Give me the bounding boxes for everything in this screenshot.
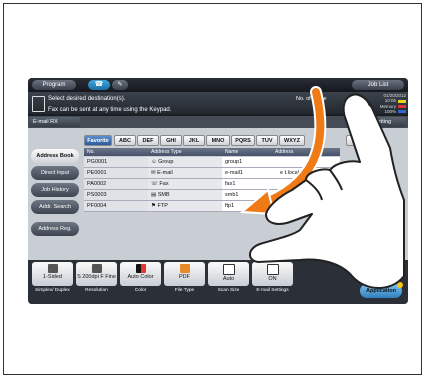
row-number: PA0002 — [84, 179, 148, 190]
sidebar-item-addr-search[interactable]: Addr. Search — [31, 200, 79, 214]
tab-tuv[interactable]: TUV — [256, 135, 278, 146]
tab-mno[interactable]: MNO — [206, 135, 230, 146]
row-number: PS0003 — [84, 190, 148, 201]
address-count-label: No. of Addre — [296, 96, 327, 102]
row-number: PF0004 — [84, 201, 148, 212]
color-icon — [135, 264, 146, 273]
color-button[interactable]: Auto Color — [120, 262, 161, 286]
fax-scan-mode-button[interactable]: ☎ — [88, 80, 110, 90]
tab-abc[interactable]: ABC — [114, 135, 136, 146]
copy-icon: ✎ — [117, 82, 123, 88]
sub-bar — [28, 116, 408, 128]
program-button[interactable]: Program — [32, 80, 76, 90]
simplex-duplex-button[interactable]: 1-Sided — [32, 262, 73, 286]
smb-icon: ▤ — [151, 192, 158, 198]
table-row[interactable]: PF0004 ⚑ FTP ftp1 \ — [84, 201, 340, 212]
control-panel-screen: Program ☎ ✎ Job List Select desired dest… — [28, 78, 408, 304]
email-settings-button[interactable]: ON — [252, 262, 293, 286]
file-type-button[interactable]: PDF — [164, 262, 205, 286]
email-settings-icon — [266, 264, 279, 275]
row-type: ☺ Group — [148, 157, 222, 168]
row-address: e t.local — [280, 170, 299, 176]
status-memory: Memory — [379, 103, 396, 109]
row-type: ✉ E-mail — [148, 168, 222, 179]
tab-def[interactable]: DEF — [137, 135, 159, 146]
page-icon — [222, 264, 235, 275]
application-button[interactable]: Application — [360, 284, 402, 298]
check-setting-button[interactable]: ck Setting — [352, 117, 406, 127]
tab-ghi[interactable]: GHI — [160, 135, 182, 146]
row-type: ⚑ FTP — [148, 201, 222, 212]
sidebar-item-direct-input[interactable]: Direct Input — [31, 166, 79, 180]
tab-jkl[interactable]: JKL — [183, 135, 205, 146]
email-rx-button[interactable]: E-mail RX — [30, 117, 80, 127]
copy-mode-button[interactable]: ✎ — [112, 80, 128, 90]
row-name: smb1 \\host\file — [222, 190, 340, 201]
row-number: PG0001 — [84, 157, 148, 168]
table-row[interactable]: PG0001 ☺ Group group1 — [84, 157, 340, 168]
email-settings-label: E-mail Settings — [256, 288, 289, 293]
row-number: PE0001 — [84, 168, 148, 179]
scan-size-label: Scan Size — [217, 288, 240, 293]
row-name: e-mail1 e t.local — [222, 168, 340, 179]
resolution-label: Resolution — [85, 288, 108, 293]
pdf-icon — [179, 264, 190, 273]
status-memory-pct: 100% — [384, 108, 396, 114]
row-address: \\host\file — [280, 192, 303, 198]
status-time: 10:05 — [384, 98, 396, 104]
application-indicator — [397, 282, 403, 288]
table-row[interactable]: PA0002 ☏ Fax fax1 — [84, 179, 340, 190]
row-name: fax1 — [222, 179, 340, 190]
job-list-button[interactable]: Job List — [352, 80, 404, 90]
table-row[interactable]: PE0001 ✉ E-mail e-mail1 e t.local — [84, 168, 340, 179]
sidebar-item-address-reg[interactable]: Address Reg. — [31, 222, 79, 236]
tab-wxyz[interactable]: WXYZ — [279, 135, 305, 146]
tab-favorite[interactable]: Favorite — [84, 135, 112, 146]
column-address-type[interactable]: Address Type — [148, 148, 222, 156]
resolution-icon — [91, 264, 102, 273]
tab-all[interactable]: All — [346, 135, 376, 146]
fax-hint-message: Fax can be sent at any time using the Ke… — [48, 107, 172, 113]
message-icon — [32, 96, 45, 112]
row-type: ☏ Fax — [148, 179, 222, 190]
color-label: Color — [134, 288, 147, 293]
instruction-message: Select desired destination(s). — [48, 96, 126, 102]
sidebar-item-job-history[interactable]: Job History — [31, 183, 79, 197]
simplex-duplex-label: Simplex/ Duplex — [35, 288, 70, 293]
row-name: ftp1 \ — [222, 201, 340, 212]
table-row[interactable]: PS0003 ▤ SMB smb1 \\host\file — [84, 190, 340, 201]
resolution-button[interactable]: S 200dpi F Fine — [76, 262, 117, 286]
scan-size-button[interactable]: Auto — [208, 262, 249, 286]
row-type: ▤ SMB — [148, 190, 222, 201]
row-name: group1 — [222, 157, 340, 168]
file-type-label: File Type — [174, 288, 195, 293]
column-address[interactable]: Address — [272, 148, 340, 156]
column-no[interactable]: No. — [84, 148, 148, 156]
tab-pqrs[interactable]: PQRS — [231, 135, 255, 146]
duplex-icon — [47, 264, 58, 273]
row-address: \ — [280, 203, 282, 209]
fax-icon: ☎ — [94, 81, 104, 88]
column-name[interactable]: Name — [222, 148, 272, 156]
sidebar-item-address-book[interactable]: Address Book — [31, 149, 79, 163]
top-bar — [28, 78, 408, 92]
